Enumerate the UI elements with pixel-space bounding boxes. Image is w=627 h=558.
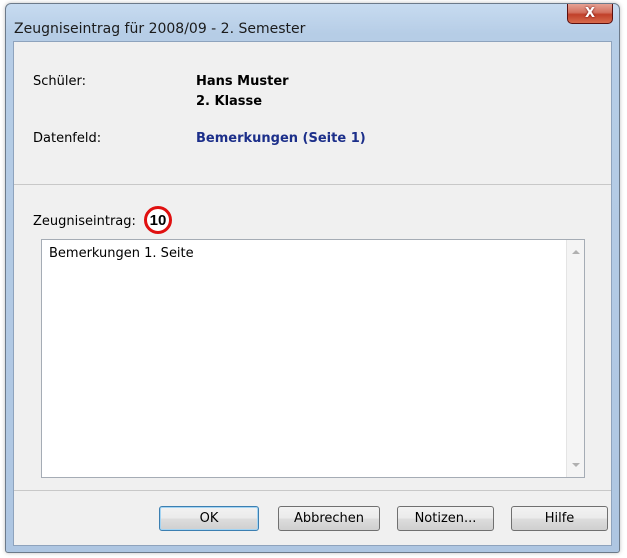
student-class: 2. Klasse bbox=[196, 94, 263, 109]
notes-button[interactable]: Notizen... bbox=[397, 506, 494, 531]
entry-text: Bemerkungen 1. Seite bbox=[49, 246, 194, 261]
cancel-button[interactable]: Abbrechen bbox=[278, 506, 380, 531]
button-bar: OK Abbrechen Notizen... Hilfe bbox=[14, 490, 611, 545]
entry-label: Zeugniseintrag: bbox=[33, 214, 136, 229]
dialog-window: Zeugniseintrag für 2008/09 - 2. Semester… bbox=[5, 3, 620, 553]
callout-badge: 10 bbox=[144, 206, 172, 234]
help-button[interactable]: Hilfe bbox=[511, 506, 608, 531]
field-value: Bemerkungen (Seite 1) bbox=[196, 131, 366, 146]
close-button[interactable]: X bbox=[567, 4, 613, 24]
title-bar[interactable]: Zeugniseintrag für 2008/09 - 2. Semester… bbox=[6, 4, 619, 37]
ok-button[interactable]: OK bbox=[159, 506, 259, 531]
info-panel: Schüler: Hans Muster 2. Klasse Datenfeld… bbox=[14, 42, 611, 185]
student-name: Hans Muster bbox=[196, 74, 289, 89]
vertical-scrollbar[interactable] bbox=[566, 240, 584, 477]
callout-number: 10 bbox=[149, 211, 167, 229]
student-label: Schüler: bbox=[33, 74, 86, 89]
entry-textarea[interactable]: Bemerkungen 1. Seite bbox=[41, 239, 585, 478]
scroll-down-icon[interactable] bbox=[572, 463, 580, 467]
dialog-content: Schüler: Hans Muster 2. Klasse Datenfeld… bbox=[13, 41, 612, 546]
field-label: Datenfeld: bbox=[33, 131, 102, 146]
scroll-up-icon[interactable] bbox=[572, 250, 580, 254]
window-title: Zeugniseintrag für 2008/09 - 2. Semester bbox=[14, 21, 306, 37]
close-icon: X bbox=[584, 6, 596, 21]
